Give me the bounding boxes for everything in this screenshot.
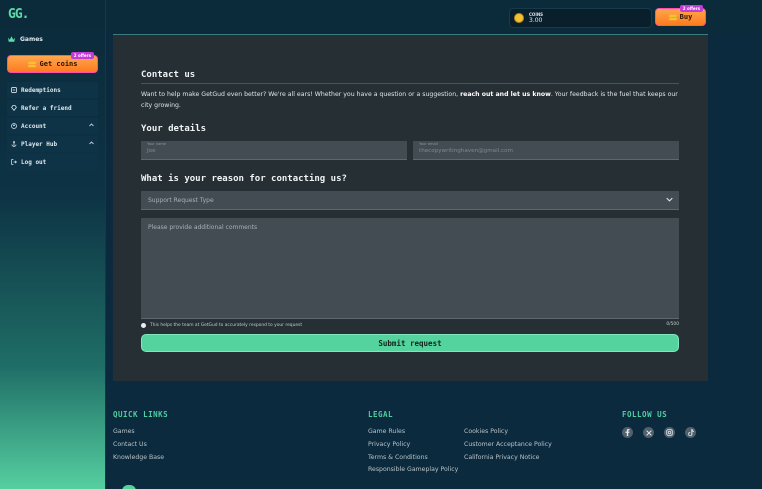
coin-stack-icon	[668, 14, 677, 21]
help-row: This helps the team at GetGud to accurat…	[141, 321, 679, 329]
sidebar-item-label: Redemptions	[21, 86, 61, 94]
instagram-icon[interactable]	[664, 427, 675, 438]
sidebar-item-account[interactable]: Account	[7, 118, 98, 134]
comments-placeholder: Please provide additional comments	[148, 224, 258, 231]
sidebar-menu: Redemptions Refer a friend Account Playe…	[7, 82, 98, 172]
get-coins-button[interactable]: Get coins 2 offers	[7, 52, 98, 73]
footer-link-cookies[interactable]: Cookies Policy	[464, 428, 508, 435]
sidebar-item-games[interactable]: Games	[8, 34, 43, 44]
chevron-down-icon	[666, 197, 673, 204]
comments-textarea[interactable]: Please provide additional comments	[141, 218, 679, 319]
x-icon[interactable]	[643, 427, 654, 438]
sidebar-item-logout[interactable]: Log out	[7, 154, 98, 170]
coins-label: COINS	[529, 11, 544, 17]
email-value: thecopywritinghaven@gmail.com	[419, 147, 513, 154]
help-text: This helps the team at GetGud to accurat…	[150, 322, 303, 328]
character-counter: 0/500	[666, 322, 679, 327]
buy-label: Buy	[679, 13, 693, 21]
buy-button[interactable]: Buy 2 offers	[655, 5, 706, 26]
footer-link-privacy[interactable]: Privacy Policy	[368, 441, 410, 448]
facebook-icon[interactable]	[622, 427, 633, 438]
chevron-up-icon	[89, 140, 94, 147]
sidebar-item-label: Refer a friend	[21, 104, 72, 112]
anchor-icon	[11, 141, 17, 147]
contact-panel: Contact us Want to help make GetGud even…	[113, 34, 708, 381]
tiktok-icon[interactable]	[685, 427, 696, 438]
sidebar-item-player-hub[interactable]: Player Hub	[7, 136, 98, 152]
page-title: Contact us	[141, 70, 196, 80]
redemption-icon	[11, 87, 17, 93]
support-type-select[interactable]: Support Request Type	[141, 191, 679, 210]
sidebar-item-label: Account	[21, 122, 47, 130]
submit-request-button[interactable]: Submit request	[141, 334, 679, 352]
reason-heading: What is your reason for contacting us?	[141, 174, 347, 184]
sidebar-item-label: Player Hub	[21, 140, 58, 148]
offers-badge: 2 offers	[679, 5, 703, 12]
follow-heading: FOLLOW US	[622, 410, 668, 419]
quick-links-heading: QUICK LINKS	[113, 410, 169, 419]
name-value: Joe	[147, 147, 156, 154]
footer-link-california-privacy[interactable]: California Privacy Notice	[464, 454, 540, 461]
crown-icon	[8, 36, 15, 42]
offers-badge: 2 offers	[70, 52, 94, 59]
select-placeholder: Support Request Type	[148, 196, 214, 204]
chat-launcher[interactable]	[122, 485, 136, 489]
sidebar-item-label: Log out	[21, 158, 47, 166]
chevron-up-icon	[89, 122, 94, 129]
info-dot-icon	[141, 322, 146, 328]
sidebar-item-refer[interactable]: Refer a friend	[7, 100, 98, 116]
email-label: Your email	[419, 142, 438, 146]
sidebar: GG. Games Get coins 2 offers Redemptions…	[0, 0, 106, 489]
footer-link-game-rules[interactable]: Game Rules	[368, 428, 405, 435]
logout-icon	[11, 159, 17, 165]
divider	[141, 83, 679, 84]
get-coins-label: Get coins	[39, 60, 78, 68]
footer-link-games[interactable]: Games	[113, 428, 135, 435]
getgud-logo[interactable]: GG.	[8, 7, 29, 22]
details-heading: Your details	[141, 124, 207, 134]
footer-link-responsible-gameplay[interactable]: Responsible Gameplay Policy	[368, 466, 458, 473]
intro-highlight: reach out and let us know	[460, 91, 551, 98]
user-icon	[11, 123, 17, 129]
name-field[interactable]: Your name Joe	[141, 141, 407, 160]
coins-balance[interactable]: COINS 3.00	[509, 8, 652, 28]
sidebar-item-label: Games	[20, 35, 43, 43]
intro-text: Want to help make GetGud even better? We…	[141, 91, 678, 109]
email-field[interactable]: Your email thecopywritinghaven@gmail.com	[413, 141, 679, 160]
coin-icon	[514, 13, 524, 23]
footer-link-terms[interactable]: Terms & Conditions	[368, 454, 428, 461]
sidebar-item-redemptions[interactable]: Redemptions	[7, 82, 98, 98]
footer-link-customer-acceptance[interactable]: Customer Acceptance Policy	[464, 441, 552, 448]
coin-stack-icon	[27, 61, 36, 68]
footer-link-contact[interactable]: Contact Us	[113, 441, 147, 448]
footer-link-knowledge-base[interactable]: Knowledge Base	[113, 454, 164, 461]
legal-heading: LEGAL	[368, 410, 394, 419]
coins-value: 3.00	[529, 16, 543, 24]
name-label: Your name	[147, 142, 167, 146]
diamond-icon	[11, 105, 17, 111]
